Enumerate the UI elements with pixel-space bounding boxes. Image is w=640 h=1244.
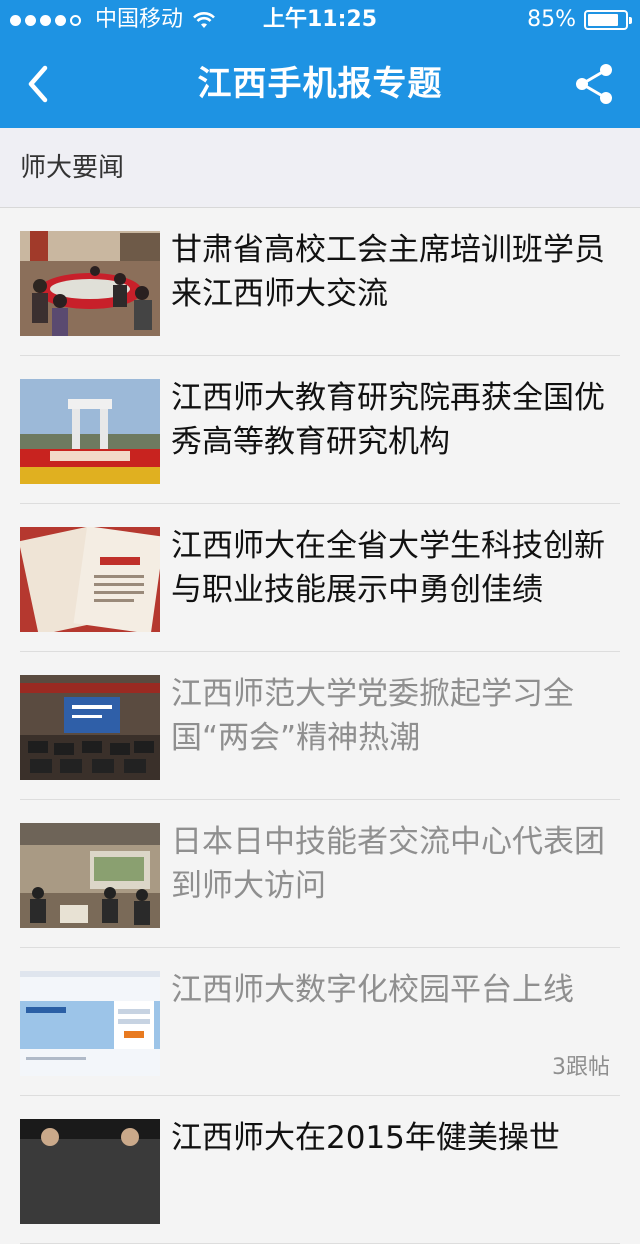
page-title: 江西手机报专题 [197,64,443,104]
section-header: 师大要闻 [0,128,640,208]
article-thumbnail [20,675,160,780]
article-title: 江西师大在2015年健美操世 [171,1120,560,1156]
article-title: 江西师大教育研究院再获全国优秀高等教育研究机构 [171,380,605,460]
article-thumbnail [20,379,160,484]
article-list: 甘肃省高校工会主席培训班学员来江西师大交流 江西师大教育研究院再获全国优秀高等教… [0,208,640,1244]
status-right: 85% [527,0,632,40]
status-bar: 中国移动 上午11:25 85% [0,0,640,40]
section-title: 师大要闻 [20,153,125,183]
article-thumbnail [20,231,160,336]
article-thumbnail [20,971,160,1076]
battery-percent: 85% [527,7,576,32]
share-icon[interactable] [570,60,618,108]
article-item[interactable]: 甘肃省高校工会主席培训班学员来江西师大交流 [20,208,620,356]
article-title: 江西师大数字化校园平台上线 [171,972,574,1008]
article-thumbnail [20,1119,160,1224]
article-comment-count: 3跟帖 [552,1055,610,1080]
article-item[interactable]: 江西师范大学党委掀起学习全国“两会”精神热潮 [20,652,620,800]
battery-icon [584,10,632,30]
navigation-bar: 江西手机报专题 [0,40,640,128]
article-item[interactable]: 江西师大数字化校园平台上线 3跟帖 [20,948,620,1096]
article-item[interactable]: 江西师大在2015年健美操世 [20,1096,620,1244]
article-title: 甘肃省高校工会主席培训班学员来江西师大交流 [171,232,605,312]
article-item[interactable]: 江西师大在全省大学生科技创新与职业技能展示中勇创佳绩 [20,504,620,652]
article-title: 日本日中技能者交流中心代表团到师大访问 [171,824,605,904]
article-item[interactable]: 日本日中技能者交流中心代表团到师大访问 [20,800,620,948]
article-item[interactable]: 江西师大教育研究院再获全国优秀高等教育研究机构 [20,356,620,504]
article-title: 江西师范大学党委掀起学习全国“两会”精神热潮 [171,676,574,756]
battery-fill [588,14,618,26]
article-title: 江西师大在全省大学生科技创新与职业技能展示中勇创佳绩 [171,528,605,608]
article-thumbnail [20,527,160,632]
article-thumbnail [20,823,160,928]
